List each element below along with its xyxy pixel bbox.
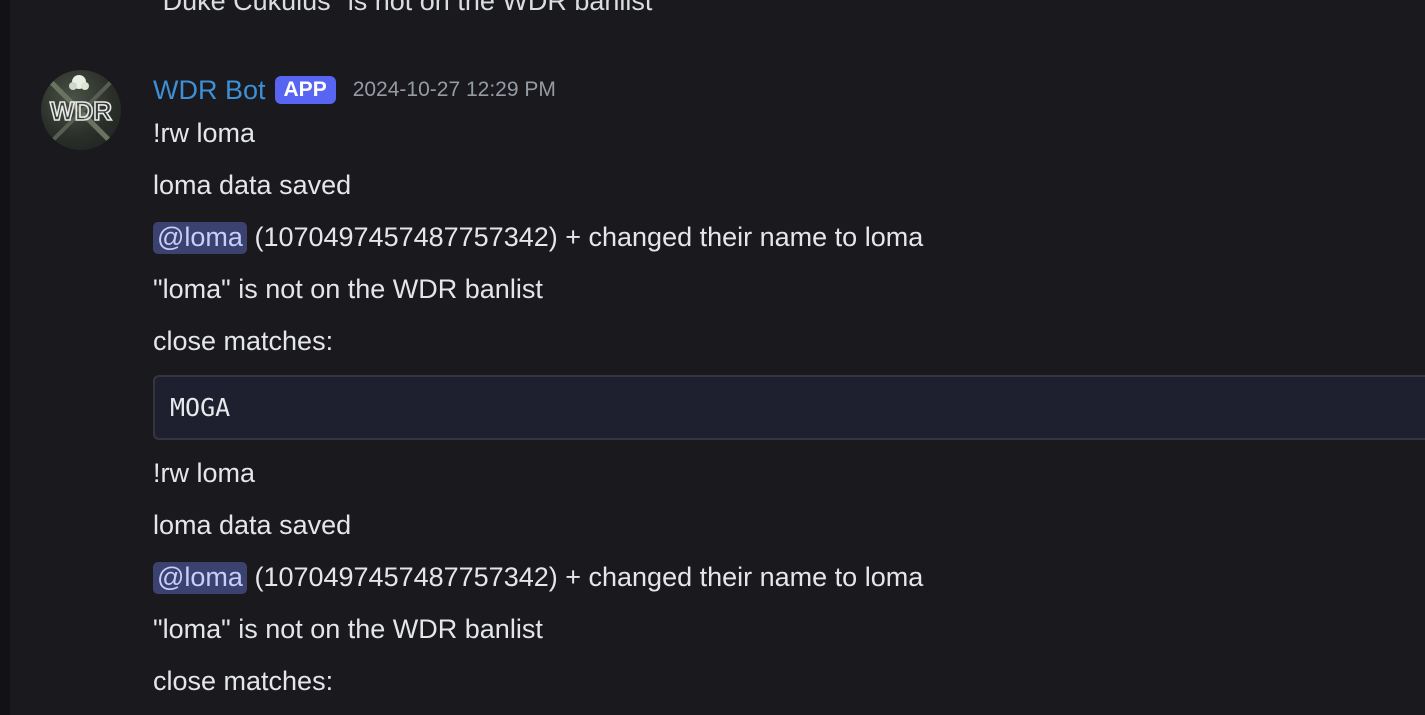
message-line: "loma" is not on the WDR banlist <box>153 614 543 644</box>
message-line-with-mention: @loma (1070497457487757342) + changed th… <box>153 220 923 254</box>
chat-message: WDR WDR Bot APP 2024-10-27 12:29 PM !rw … <box>0 0 1425 715</box>
user-mention[interactable]: @loma <box>153 562 247 594</box>
message-line: !rw loma <box>153 118 256 148</box>
message-line: "loma" is not on the WDR banlist <box>153 274 543 304</box>
avatar[interactable]: WDR <box>41 70 121 150</box>
message-line-with-mention: @loma (1070497457487757342) + changed th… <box>153 560 923 594</box>
message-line: loma data saved <box>153 510 352 540</box>
user-mention[interactable]: @loma <box>153 222 247 254</box>
code-block[interactable]: MOGA <box>153 375 1425 440</box>
message-header: WDR Bot APP 2024-10-27 12:29 PM <box>153 72 556 108</box>
message-line: loma data saved <box>153 170 352 200</box>
mention-line-text: (1070497457487757342) + changed their na… <box>254 562 924 592</box>
mention-line-text: (1070497457487757342) + changed their na… <box>254 222 924 252</box>
message-line: !rw loma <box>153 458 256 488</box>
author-name[interactable]: WDR Bot <box>153 75 266 106</box>
avatar-image: WDR <box>47 75 115 144</box>
message-line: close matches: <box>153 666 334 696</box>
message-line: close matches: <box>153 326 334 356</box>
app-badge: APP <box>274 76 336 104</box>
svg-text:WDR: WDR <box>50 96 112 126</box>
message-timestamp[interactable]: 2024-10-27 12:29 PM <box>353 78 556 102</box>
